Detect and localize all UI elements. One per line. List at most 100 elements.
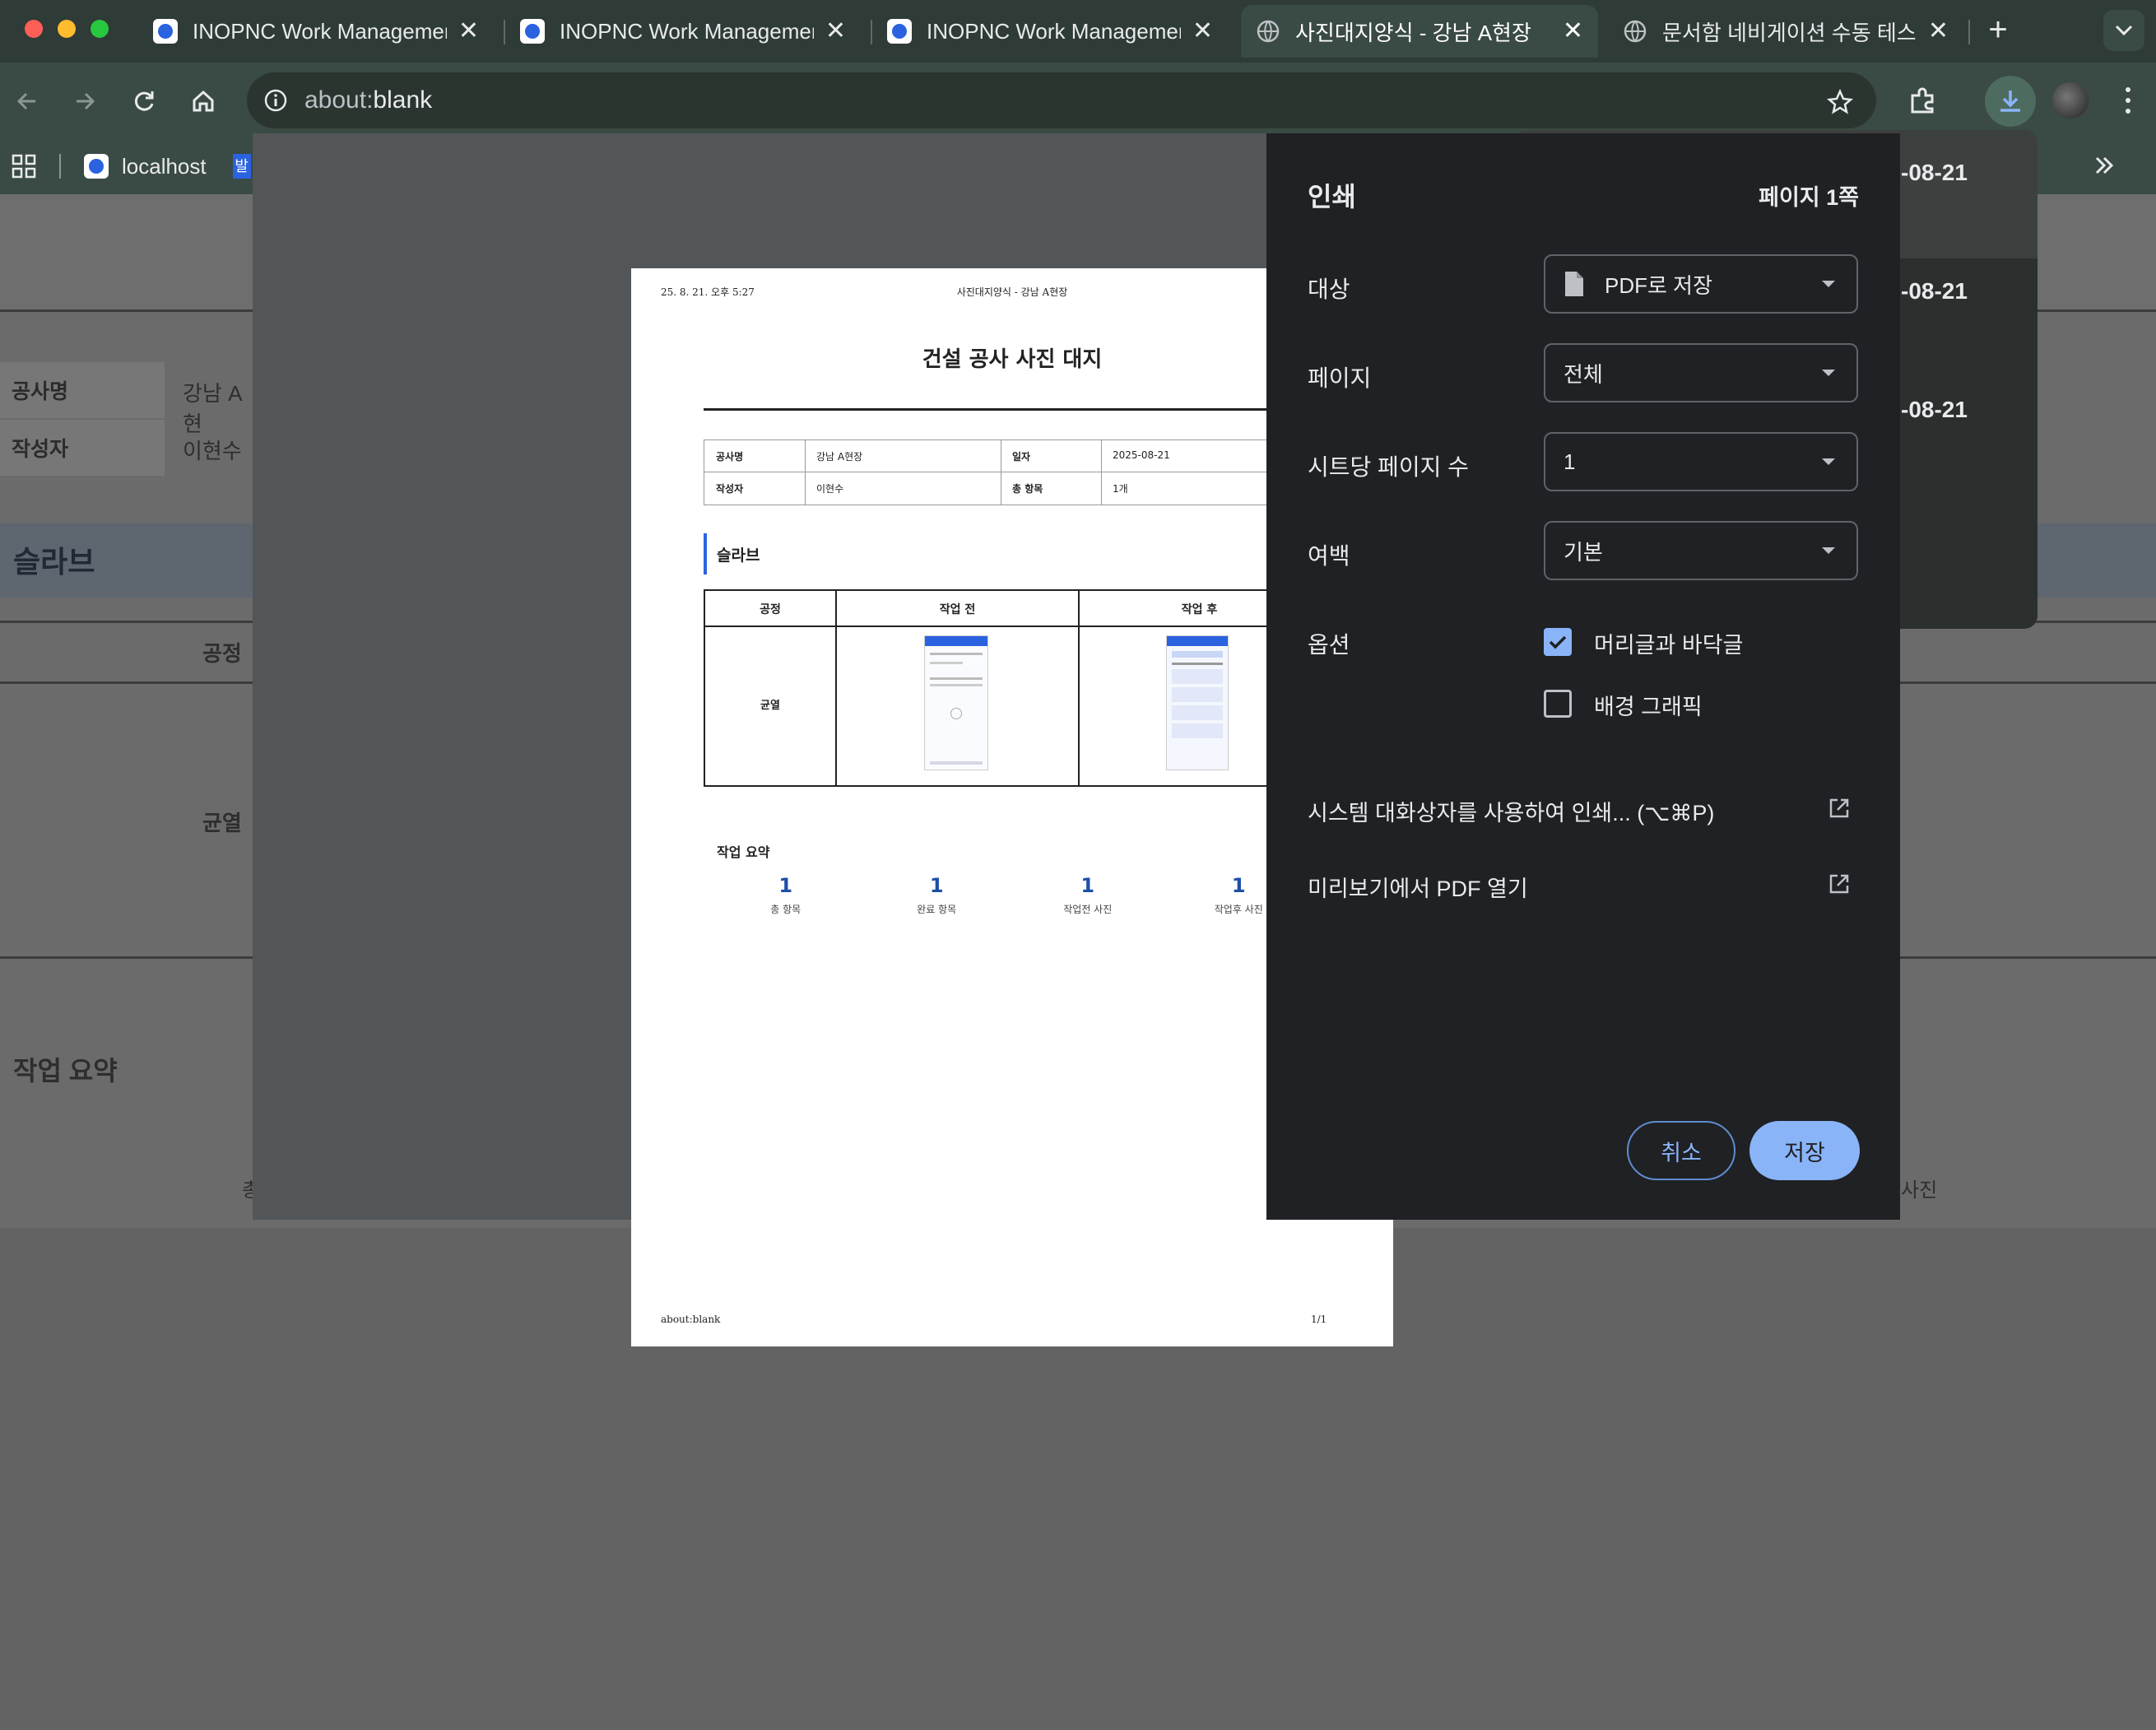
preview-footer-right: 1/1 bbox=[1311, 1314, 1327, 1325]
bookmark-item-2[interactable]: 발 bbox=[232, 154, 251, 179]
margins-value: 기본 bbox=[1564, 539, 1603, 565]
info-col-divider bbox=[805, 440, 806, 505]
url-path: blank bbox=[373, 86, 433, 114]
tab-title: 문서함 네비게이션 수동 테스트 bbox=[1662, 20, 1917, 45]
close-icon[interactable]: ✕ bbox=[1563, 19, 1583, 44]
per-sheet-select[interactable]: 1 bbox=[1544, 432, 1858, 491]
tab-docbox-test[interactable]: 문서함 네비게이션 수동 테스트 ✕ bbox=[1608, 5, 1963, 58]
per-sheet-value: 1 bbox=[1564, 449, 1576, 474]
caret-down-icon bbox=[1822, 370, 1835, 376]
info-label-date: 일자 bbox=[1012, 451, 1031, 463]
extensions-icon[interactable] bbox=[1907, 86, 1937, 115]
preview-info-table: 공사명 강남 A현장 일자 2025-08-21 작성자 이현수 총 항목 1개 bbox=[704, 439, 1321, 505]
background-graphics-label[interactable]: 배경 그래픽 bbox=[1594, 689, 1703, 721]
checkmark-icon bbox=[1549, 635, 1567, 649]
menu-button[interactable] bbox=[2117, 84, 2140, 117]
bg-process-value: 균열 bbox=[202, 811, 242, 835]
zoom-window-button[interactable] bbox=[91, 20, 109, 38]
close-window-button[interactable] bbox=[25, 20, 43, 38]
bookmark-star-icon[interactable] bbox=[1827, 89, 1853, 115]
preview-section-bar bbox=[704, 533, 707, 574]
chevron-double-right-icon[interactable] bbox=[2092, 153, 2117, 178]
info-icon[interactable] bbox=[263, 88, 288, 113]
destination-select[interactable]: PDF로 저장 bbox=[1544, 254, 1858, 314]
open-preview-link[interactable]: 미리보기에서 PDF 열기 bbox=[1308, 871, 1528, 903]
address-bar[interactable]: about: blank bbox=[247, 72, 1876, 128]
info-label-total: 총 항목 bbox=[1012, 483, 1043, 495]
home-icon bbox=[193, 90, 214, 112]
close-icon[interactable]: ✕ bbox=[825, 19, 846, 44]
profile-avatar[interactable] bbox=[2052, 82, 2089, 119]
headers-footers-checkbox[interactable] bbox=[1544, 628, 1572, 656]
row-label-author: 작성자 bbox=[0, 420, 165, 476]
dot-icon bbox=[2126, 87, 2130, 92]
tab-title: INOPNC Work Management bbox=[193, 18, 447, 44]
preview-summary-stats: 1 총 항목 1 완료 항목 1 작업전 사진 1 작업후 사진 bbox=[710, 874, 1314, 916]
downloads-button[interactable] bbox=[1985, 76, 2036, 127]
preview-photo-table: 공정 작업 전 작업 후 균열 bbox=[704, 589, 1321, 787]
background-graphics-checkbox[interactable] bbox=[1544, 690, 1572, 718]
before-photo-thumbnail bbox=[924, 635, 988, 770]
globe-icon bbox=[1257, 20, 1280, 43]
url-scheme: about: bbox=[304, 86, 374, 114]
info-value-author: 이현수 bbox=[816, 483, 844, 495]
summary-stat: 1 작업전 사진 bbox=[1012, 874, 1164, 916]
forward-button[interactable] bbox=[64, 81, 105, 122]
tab-inopnc-2[interactable]: INOPNC Work Management ✕ bbox=[505, 5, 861, 58]
close-icon[interactable]: ✕ bbox=[1192, 19, 1213, 44]
preview-section-title: 슬라브 bbox=[717, 546, 760, 565]
destination-label: 대상 bbox=[1308, 277, 1350, 302]
open-in-new-icon[interactable] bbox=[1828, 872, 1851, 895]
dot-icon bbox=[2126, 98, 2130, 103]
dot-icon bbox=[2126, 109, 2130, 114]
info-value-date: 2025-08-21 bbox=[1113, 449, 1170, 461]
cancel-button[interactable]: 취소 bbox=[1627, 1121, 1735, 1180]
row-value-author: 이현수 bbox=[183, 439, 242, 463]
tab-inopnc-3[interactable]: INOPNC Work Management ✕ bbox=[872, 5, 1228, 58]
stat-label: 총 항목 bbox=[770, 904, 802, 915]
bg-col-process: 공정 bbox=[202, 641, 242, 666]
tab-divider bbox=[1968, 20, 1970, 44]
after-photo-thumbnail bbox=[1166, 635, 1229, 770]
summary-stat: 1 완료 항목 bbox=[862, 874, 1013, 916]
photo-table-col-rule bbox=[835, 591, 837, 785]
tab-search-button[interactable] bbox=[2103, 10, 2144, 51]
stat-value: 1 bbox=[778, 874, 793, 897]
pages-value: 전체 bbox=[1564, 361, 1603, 387]
apps-grid-icon[interactable] bbox=[12, 154, 36, 179]
download-item-date[interactable]: -08-21 bbox=[1901, 160, 1968, 186]
close-icon[interactable]: ✕ bbox=[1928, 19, 1949, 44]
download-item-date[interactable]: -08-21 bbox=[1901, 278, 1968, 305]
row-value-project: 강남 A현 bbox=[183, 381, 243, 436]
inopnc-favicon bbox=[520, 19, 545, 44]
home-button[interactable] bbox=[183, 81, 224, 122]
print-settings-panel: 인쇄 페이지 1쪽 대상 PDF로 저장 페이지 전체 시트당 페이지 수 1 … bbox=[1266, 133, 1900, 1220]
print-title: 인쇄 bbox=[1308, 182, 1356, 212]
page-count: 페이지 1쪽 bbox=[1759, 185, 1859, 210]
inopnc-favicon bbox=[887, 19, 912, 44]
minimize-window-button[interactable] bbox=[58, 20, 76, 38]
bookmark-divider bbox=[59, 154, 61, 179]
tab-title: INOPNC Work Management bbox=[560, 18, 814, 44]
margins-label: 여백 bbox=[1308, 543, 1350, 569]
margins-select[interactable]: 기본 bbox=[1544, 521, 1858, 580]
headers-footers-label[interactable]: 머리글과 바닥글 bbox=[1594, 627, 1743, 659]
back-button[interactable] bbox=[7, 81, 48, 122]
open-in-new-icon[interactable] bbox=[1828, 797, 1851, 820]
photo-table-process-value: 균열 bbox=[760, 700, 780, 712]
bookmark-label: 발 bbox=[235, 158, 249, 174]
tab-inopnc-1[interactable]: INOPNC Work Management ✕ bbox=[138, 5, 494, 58]
new-tab-button[interactable]: + bbox=[1982, 12, 2014, 48]
preview-footer-left: about:blank bbox=[661, 1314, 721, 1325]
tab-title: 사진대지양식 - 강남 A현장 bbox=[1295, 20, 1531, 45]
preview-title-rule bbox=[704, 408, 1321, 411]
tab-photo-sheet[interactable]: 사진대지양식 - 강남 A현장 ✕ bbox=[1241, 5, 1598, 58]
pages-select[interactable]: 전체 bbox=[1544, 343, 1858, 402]
save-button[interactable]: 저장 bbox=[1749, 1121, 1860, 1180]
system-dialog-link[interactable]: 시스템 대화상자를 사용하여 인쇄... (⌥⌘P) bbox=[1308, 795, 1714, 827]
reload-button[interactable] bbox=[123, 81, 165, 122]
bookmark-localhost[interactable]: localhost bbox=[84, 154, 207, 179]
close-icon[interactable]: ✕ bbox=[458, 19, 479, 44]
download-item-date[interactable]: -08-21 bbox=[1901, 397, 1968, 423]
info-value-project: 강남 A현장 bbox=[816, 451, 863, 463]
